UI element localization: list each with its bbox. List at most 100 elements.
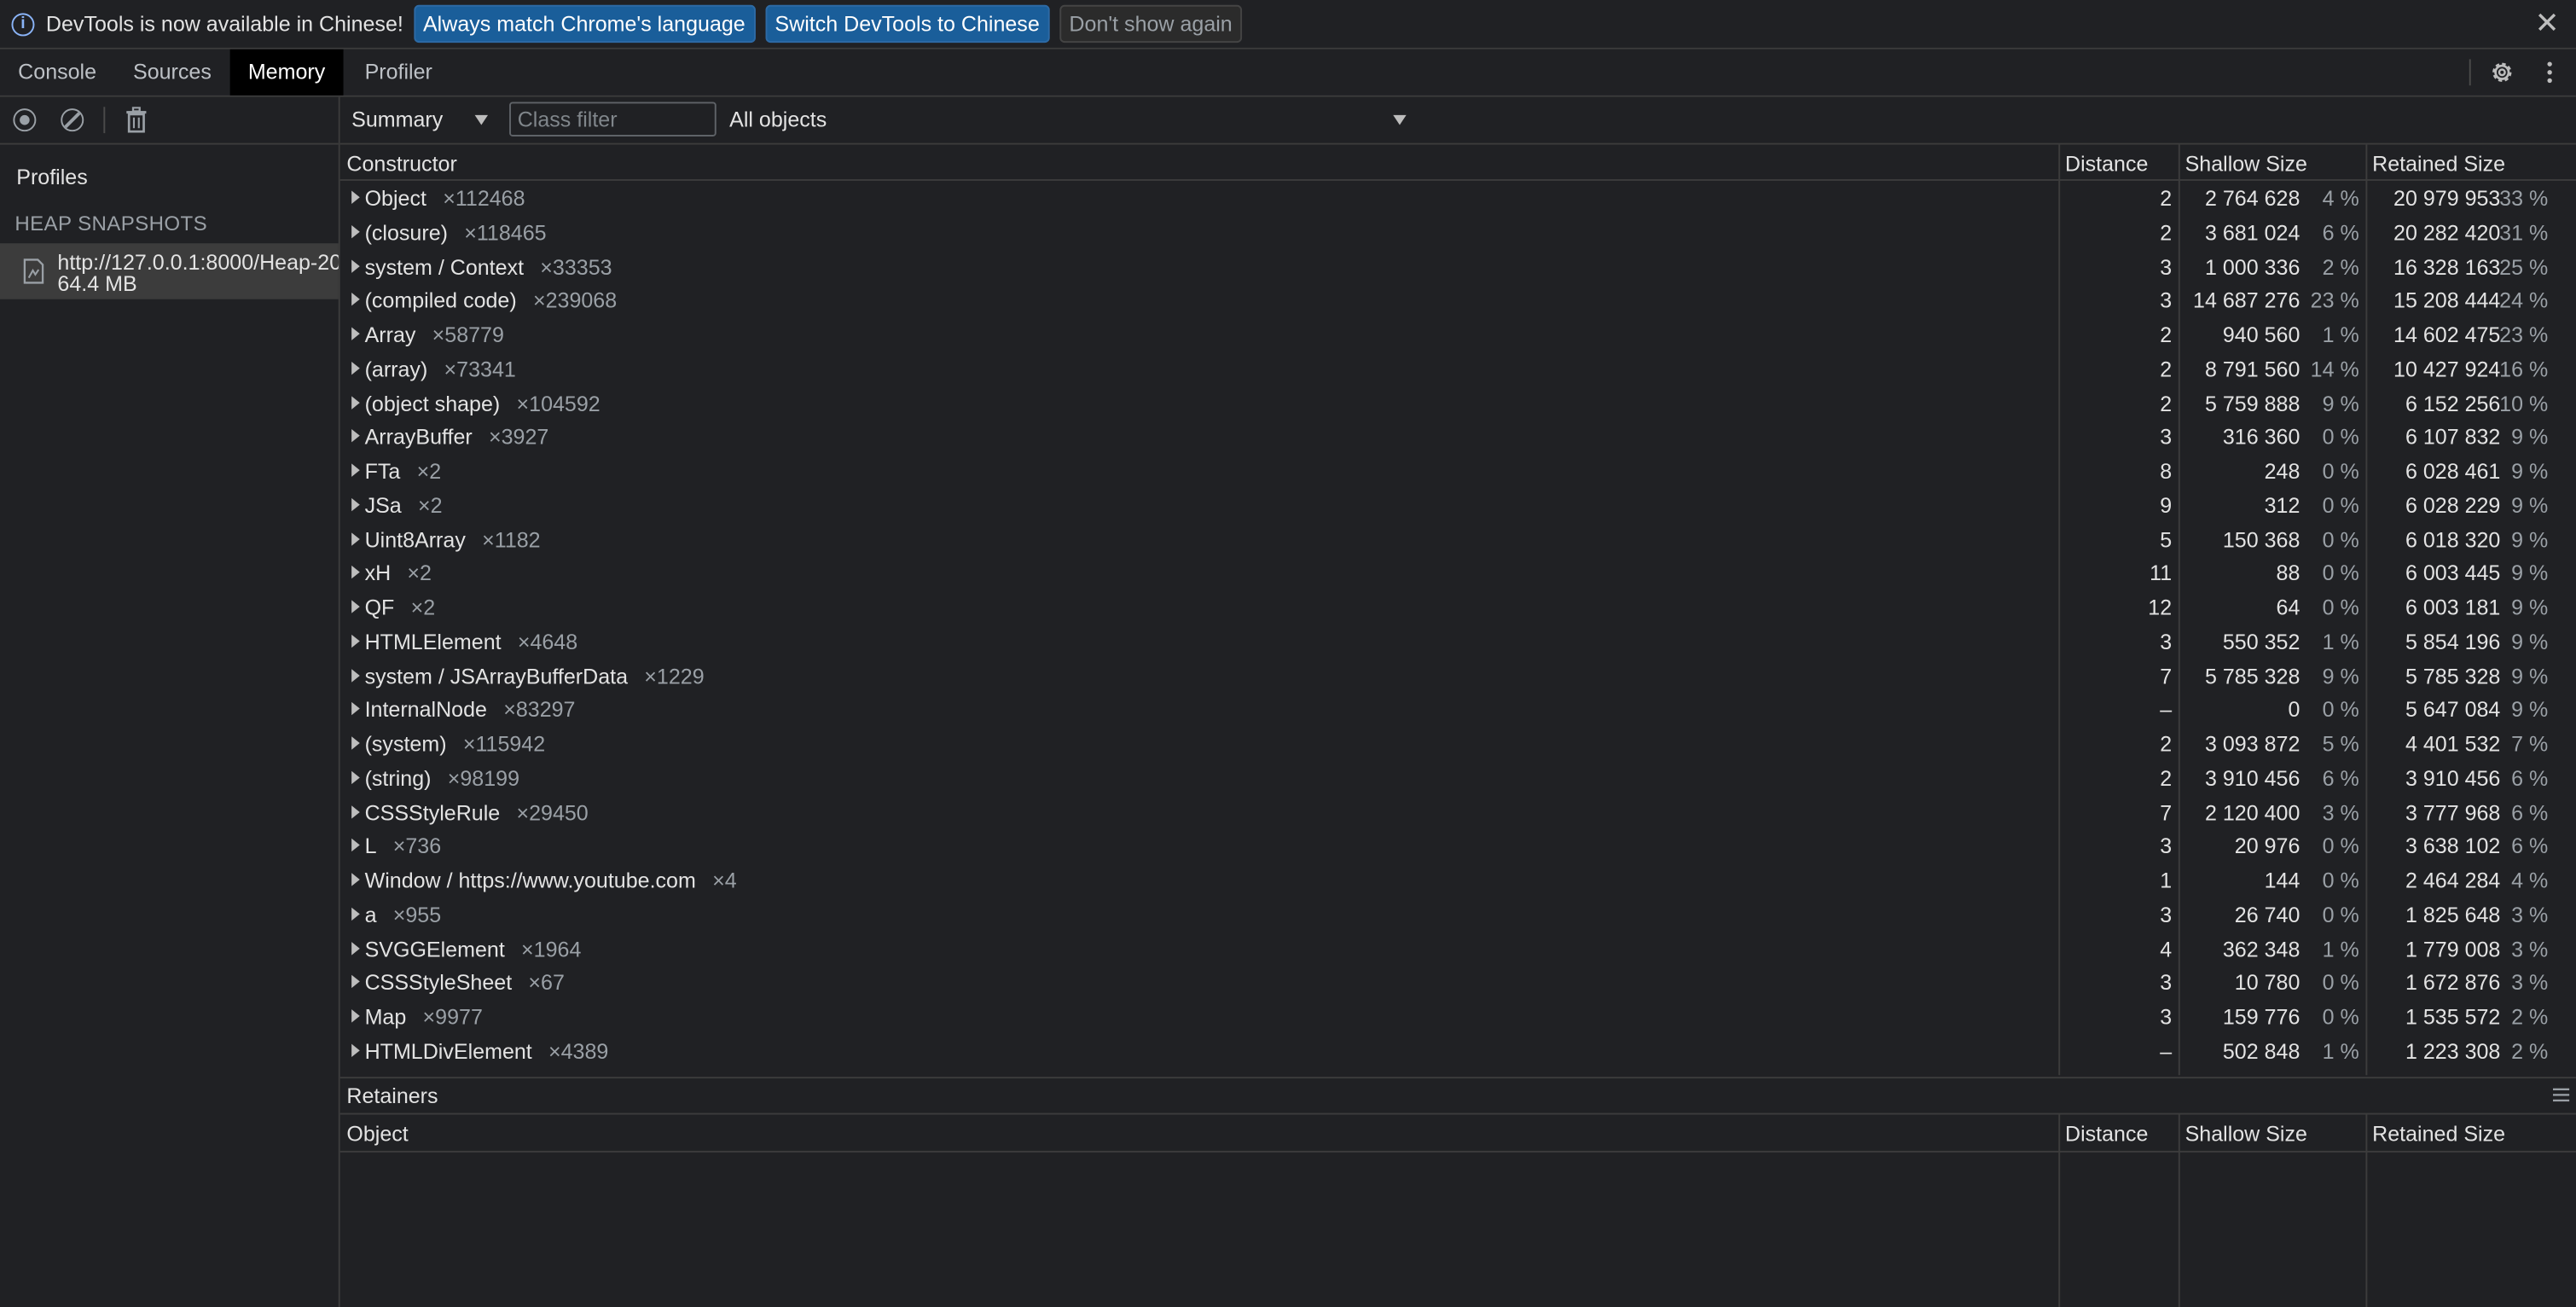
- view-select[interactable]: Summary: [351, 107, 443, 131]
- tab-console[interactable]: Console: [0, 49, 114, 96]
- column-retained-size[interactable]: Retained Size: [2372, 151, 2505, 176]
- instance-count: ×29450: [516, 799, 589, 825]
- shallow-size-percent: 23 %: [2310, 288, 2359, 313]
- expand-triangle-icon[interactable]: [351, 395, 360, 409]
- table-row[interactable]: (closure) ×118465 2 3 681 024 6 % 20 282 420 3…: [340, 215, 2576, 249]
- constructor-cell: CSSStyleSheet ×67: [365, 970, 565, 995]
- objects-filter-select[interactable]: All objects: [729, 107, 827, 131]
- shallow-size-percent: 0 %: [2322, 424, 2359, 450]
- table-row[interactable]: QF ×2 12 64 0 % 6 003 181 9 %: [340, 590, 2576, 624]
- table-row[interactable]: xH ×2 11 88 0 % 6 003 445 9 %: [340, 556, 2576, 590]
- table-row[interactable]: Array ×58779 2 940 560 1 % 14 602 475 23 %: [340, 317, 2576, 351]
- table-row[interactable]: InternalNode ×83297 – 0 0 % 5 647 084 9 %: [340, 693, 2576, 727]
- trash-icon[interactable]: [125, 107, 148, 133]
- expand-triangle-icon[interactable]: [351, 293, 360, 306]
- shallow-size-cell: 3 093 872: [2204, 731, 2300, 757]
- table-row[interactable]: Uint8Array ×1182 5 150 368 0 % 6 018 320 9 %: [340, 522, 2576, 556]
- retained-size-cell: 6 107 832: [2405, 424, 2501, 450]
- table-row[interactable]: Map ×9977 3 159 776 0 % 1 535 572 2 %: [340, 1000, 2576, 1034]
- table-row[interactable]: L ×736 3 20 976 0 % 3 638 102 6 %: [340, 829, 2576, 863]
- expand-triangle-icon[interactable]: [351, 190, 360, 204]
- expand-triangle-icon[interactable]: [351, 566, 360, 579]
- expand-triangle-icon[interactable]: [351, 327, 360, 340]
- shallow-size-percent: 9 %: [2322, 390, 2359, 415]
- always-match-language-button[interactable]: Always match Chrome's language: [413, 4, 756, 44]
- menu-icon[interactable]: [2553, 1087, 2570, 1103]
- clear-icon[interactable]: [61, 108, 84, 132]
- column-shallow-size[interactable]: Shallow Size: [2185, 151, 2307, 176]
- expand-triangle-icon[interactable]: [351, 429, 360, 443]
- shallow-size-cell: 3 681 024: [2204, 219, 2300, 245]
- expand-triangle-icon[interactable]: [351, 702, 360, 716]
- table-row[interactable]: CSSStyleRule ×29450 7 2 120 400 3 % 3 777 968…: [340, 795, 2576, 829]
- retained-size-percent: 6 %: [2511, 799, 2549, 825]
- table-row[interactable]: HTMLElement ×4648 3 550 352 1 % 5 854 196 9 %: [340, 624, 2576, 659]
- tab-sources[interactable]: Sources: [115, 49, 229, 96]
- constructor-name: Object: [364, 185, 426, 211]
- table-row[interactable]: (compiled code) ×239068 3 14 687 276 23 % 15 …: [340, 283, 2576, 317]
- retainers-column-retained-size[interactable]: Retained Size: [2372, 1121, 2505, 1146]
- table-row[interactable]: (array) ×73341 2 8 791 560 14 % 10 427 924 16 …: [340, 351, 2576, 386]
- table-row[interactable]: Window / https://www.youtube.com ×4 1 144 0 …: [340, 863, 2576, 897]
- tab-memory[interactable]: Memory: [229, 49, 344, 96]
- constructor-cell: JSa ×2: [365, 493, 443, 518]
- table-row[interactable]: system / Context ×33353 3 1 000 336 2 % 16 32…: [340, 249, 2576, 283]
- expand-triangle-icon[interactable]: [351, 941, 360, 955]
- table-row[interactable]: system / JSArrayBufferData ×1229 7 5 785 32…: [340, 659, 2576, 693]
- table-row[interactable]: SVGGElement ×1964 4 362 348 1 % 1 779 008 3 %: [340, 932, 2576, 966]
- tab-profiler[interactable]: Profiler: [346, 49, 450, 96]
- table-row[interactable]: (system) ×115942 2 3 093 872 5 % 4 401 532 7 %: [340, 727, 2576, 761]
- distance-cell: 11: [2150, 561, 2173, 586]
- table-row[interactable]: (string) ×98199 2 3 910 456 6 % 3 910 456 6 %: [340, 761, 2576, 795]
- expand-triangle-icon[interactable]: [351, 224, 360, 238]
- distance-cell: 2: [2160, 322, 2173, 347]
- table-row[interactable]: (object shape) ×104592 2 5 759 888 9 % 6 152 …: [340, 386, 2576, 420]
- instance-count: ×955: [392, 902, 442, 927]
- column-distance[interactable]: Distance: [2065, 151, 2148, 176]
- expand-triangle-icon[interactable]: [351, 1009, 360, 1023]
- expand-triangle-icon[interactable]: [351, 736, 360, 750]
- expand-triangle-icon[interactable]: [351, 634, 360, 648]
- expand-triangle-icon[interactable]: [351, 975, 360, 989]
- heap-snapshot-item[interactable]: http://127.0.0.1:8000/Heap-20 64.4 MB: [0, 243, 339, 299]
- expand-triangle-icon[interactable]: [351, 839, 360, 852]
- table-row[interactable]: HTMLDivElement ×4389 – 502 848 1 % 1 223 308 2…: [340, 1034, 2576, 1068]
- expand-triangle-icon[interactable]: [351, 600, 360, 613]
- constructor-cell: (string) ×98199: [365, 766, 519, 791]
- kebab-menu-icon[interactable]: [2540, 59, 2560, 85]
- retainers-column-object[interactable]: Object: [346, 1121, 408, 1146]
- expand-triangle-icon[interactable]: [351, 1043, 360, 1057]
- distance-cell: 4: [2160, 936, 2173, 961]
- constructor-cell: (object shape) ×104592: [365, 391, 600, 415]
- dont-show-again-button[interactable]: Don't show again: [1059, 4, 1243, 44]
- expand-triangle-icon[interactable]: [351, 770, 360, 784]
- expand-triangle-icon[interactable]: [351, 361, 360, 375]
- expand-triangle-icon[interactable]: [351, 463, 360, 477]
- expand-triangle-icon[interactable]: [351, 805, 360, 818]
- constructor-cell: HTMLElement ×4648: [365, 630, 578, 654]
- table-row[interactable]: CSSStyleSheet ×67 3 10 780 0 % 1 672 876 3 %: [340, 966, 2576, 1000]
- instance-count: ×58779: [432, 322, 504, 347]
- table-row[interactable]: Object ×112468 2 2 764 628 4 % 20 979 953 33 %: [340, 181, 2576, 215]
- class-filter-input[interactable]: [509, 102, 717, 137]
- expand-triangle-icon[interactable]: [351, 907, 360, 921]
- table-row[interactable]: a ×955 3 26 740 0 % 1 825 648 3 %: [340, 897, 2576, 932]
- table-row[interactable]: FTa ×2 8 248 0 % 6 028 461 9 %: [340, 454, 2576, 488]
- gear-icon[interactable]: [2489, 59, 2515, 85]
- expand-triangle-icon[interactable]: [351, 497, 360, 511]
- column-constructor[interactable]: Constructor: [346, 151, 456, 176]
- expand-triangle-icon[interactable]: [351, 668, 360, 682]
- close-icon[interactable]: ✕: [2535, 9, 2560, 38]
- retained-size-percent: 9 %: [2511, 458, 2549, 484]
- expand-triangle-icon[interactable]: [351, 532, 360, 545]
- distance-cell: 3: [2160, 288, 2173, 313]
- record-icon[interactable]: [13, 108, 37, 132]
- table-row[interactable]: ArrayBuffer ×3927 3 316 360 0 % 6 107 832 9 %: [340, 420, 2576, 454]
- retainers-column-shallow-size[interactable]: Shallow Size: [2185, 1121, 2307, 1146]
- switch-to-chinese-button[interactable]: Switch DevTools to Chinese: [764, 4, 1050, 44]
- expand-triangle-icon[interactable]: [351, 258, 360, 272]
- retainers-column-distance[interactable]: Distance: [2065, 1121, 2148, 1146]
- table-row[interactable]: JSa ×2 9 312 0 % 6 028 229 9 %: [340, 488, 2576, 522]
- distance-cell: 2: [2160, 731, 2173, 757]
- expand-triangle-icon[interactable]: [351, 873, 360, 886]
